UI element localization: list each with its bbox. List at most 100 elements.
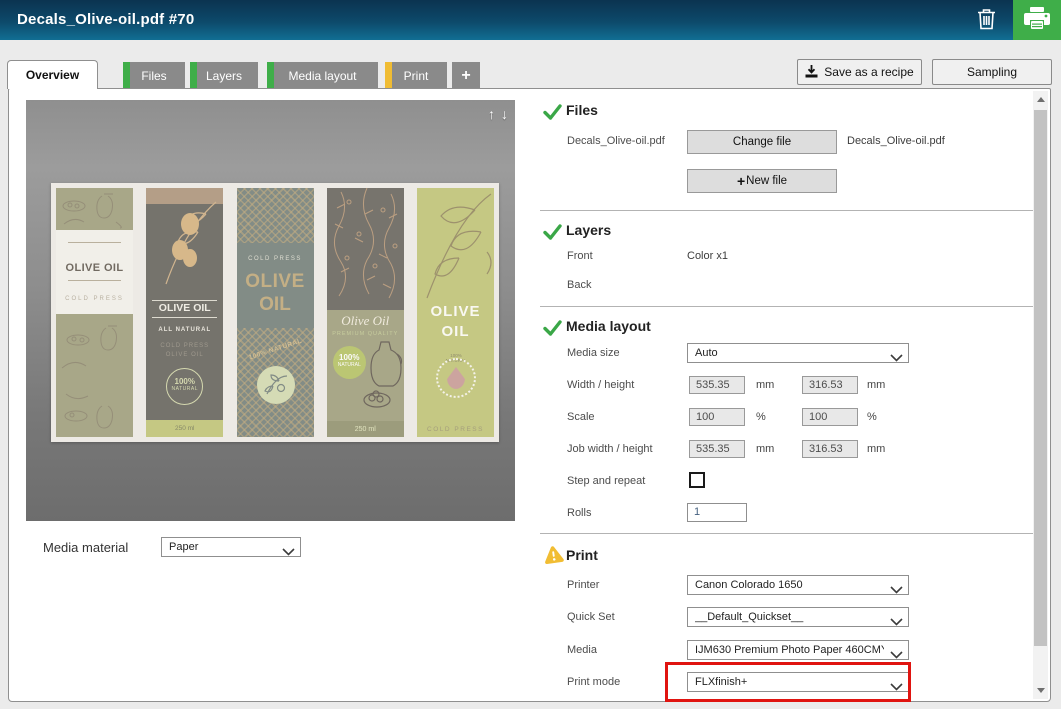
layers-section-heading: Layers	[566, 222, 611, 238]
badge-top-text: 100%	[333, 353, 366, 362]
change-file-button[interactable]: Change file	[687, 130, 837, 154]
label5-footer-text: COLD PRESS	[417, 426, 494, 433]
print-warning-icon	[543, 545, 563, 563]
chevron-down-icon	[890, 613, 904, 622]
label4-natural-badge: 100% NATURAL	[333, 346, 366, 379]
printer-value: Canon Colorado 1650	[695, 576, 884, 594]
media-layout-ok-check-icon	[543, 320, 563, 338]
tab-media-layout-status-indicator	[267, 62, 274, 89]
add-tab-button[interactable]: +	[452, 62, 480, 89]
label3-word1: OLIVE	[237, 272, 314, 293]
settings-panel: Files Decals_Olive-oil.pdf Change file D…	[531, 89, 1043, 701]
label2-brand-text: OLIVE OIL	[152, 300, 217, 318]
print-mode-value: FLXfinish+	[695, 673, 884, 691]
job-width-height-label: Job width / height	[567, 443, 653, 455]
delete-job-button[interactable]	[973, 8, 999, 34]
label1-brand-text: OLIVE OIL	[56, 262, 133, 274]
printer-dropdown[interactable]: Canon Colorado 1650	[687, 575, 909, 595]
settings-scrollbar[interactable]	[1033, 91, 1048, 699]
oil-jug-art	[363, 338, 403, 416]
label-panel-3: COLD PRESS OLIVE OIL 100% NATURAL	[237, 188, 314, 437]
label-panel-2: OLIVE OIL ALL NATURAL COLD PRESS OLIVE O…	[146, 188, 223, 437]
label4-volume: 250 ml	[327, 426, 404, 434]
chevron-down-icon	[890, 646, 904, 655]
tab-overview[interactable]: Overview	[7, 60, 98, 89]
print-job-button[interactable]	[1013, 0, 1061, 40]
scale-label: Scale	[567, 411, 595, 423]
job-preview: ↑ ↓ OLIVE OIL	[26, 100, 515, 521]
quick-set-dropdown[interactable]: __Default_Quickset__	[687, 607, 909, 627]
width-input[interactable]: 535.35	[689, 376, 745, 394]
tab-media-layout[interactable]: Media layout	[267, 62, 378, 89]
sampling-button[interactable]: Sampling	[932, 59, 1052, 85]
tab-layers-status-indicator	[190, 62, 197, 89]
tab-layers[interactable]: Layers	[190, 62, 258, 89]
label2-volume: 250 ml	[146, 420, 223, 437]
tab-files[interactable]: Files	[123, 62, 185, 89]
media-material-value: Paper	[169, 538, 276, 556]
badge-bottom-text: NATURAL	[333, 362, 366, 368]
tab-layers-label: Layers	[206, 69, 242, 83]
chevron-down-icon	[282, 543, 296, 552]
new-file-button[interactable]: + New file	[687, 169, 837, 193]
tab-print[interactable]: Print	[385, 62, 447, 89]
label1-sub-text: COLD PRESS	[56, 296, 133, 303]
media-dropdown[interactable]: IJM630 Premium Photo Paper 460CMYKSS-8	[687, 640, 909, 660]
tab-files-status-indicator	[123, 62, 130, 89]
save-as-recipe-button[interactable]: Save as a recipe	[797, 59, 922, 85]
botanical-pattern-art	[327, 188, 404, 310]
job-height-input[interactable]: 316.53	[802, 440, 858, 458]
files-ok-check-icon	[543, 104, 563, 122]
oil-drop-icon	[447, 367, 465, 389]
label4-sub-text: PREMIUM QUALITY	[327, 331, 404, 337]
print-mode-dropdown[interactable]: FLXfinish+	[687, 672, 909, 692]
scroll-down-button[interactable]	[1033, 682, 1048, 699]
scale-x-input[interactable]: 100	[689, 408, 745, 426]
layers-front-label: Front	[567, 250, 593, 262]
badge-bottom-text: NATURAL	[167, 386, 202, 392]
label3-word2: OIL	[237, 295, 314, 316]
media-size-dropdown[interactable]: Auto	[687, 343, 909, 363]
job-width-unit: mm	[756, 443, 774, 455]
plus-icon: +	[461, 67, 470, 85]
artwork-sheet: OLIVE OIL COLD PRESS OLIVE OIL ALL NATUR…	[51, 183, 499, 442]
label2-natural-badge: 100% NATURAL	[166, 368, 203, 405]
tab-media-layout-label: Media layout	[288, 69, 356, 83]
label5-drop-badge	[436, 358, 476, 398]
scrollbar-thumb[interactable]	[1034, 110, 1047, 646]
label3-small-text: COLD PRESS	[237, 256, 314, 263]
tab-overview-label: Overview	[26, 68, 79, 82]
scale-y-input[interactable]: 100	[802, 408, 858, 426]
width-unit: mm	[756, 379, 774, 391]
quick-set-label: Quick Set	[567, 611, 615, 623]
olive-sprig-icon	[257, 366, 295, 404]
tab-print-status-indicator	[385, 62, 392, 89]
height-input[interactable]: 316.53	[802, 376, 858, 394]
job-width-input[interactable]: 535.35	[689, 440, 745, 458]
triangle-up-icon	[1037, 97, 1045, 102]
change-file-label: Change file	[733, 136, 791, 148]
scroll-up-button[interactable]	[1033, 91, 1048, 108]
rolls-label: Rolls	[567, 507, 591, 519]
label5-word2: OIL	[417, 324, 494, 341]
rolls-input[interactable]: 1	[687, 503, 747, 522]
label2-line3: OLIVE OIL	[146, 352, 223, 359]
printer-icon	[1023, 6, 1051, 35]
flip-down-arrow[interactable]: ↓	[501, 106, 508, 122]
flip-up-arrow[interactable]: ↑	[488, 106, 495, 122]
media-label: Media	[567, 644, 597, 656]
section-divider	[540, 533, 1037, 534]
overview-pane: ↑ ↓ OLIVE OIL	[8, 88, 1051, 702]
media-value: IJM630 Premium Photo Paper 460CMYKSS-8	[695, 641, 884, 659]
olive-leaves-art	[417, 188, 494, 308]
label-panel-5: OLIVE OIL 100% NATURAL COLD PRESS	[417, 188, 494, 437]
title-bar: Decals_Olive-oil.pdf #70	[0, 0, 1061, 40]
tab-print-label: Print	[404, 69, 429, 83]
files-section-heading: Files	[566, 102, 598, 118]
label4-brand-text: Olive Oil	[327, 314, 404, 328]
media-material-dropdown[interactable]: Paper	[161, 537, 301, 557]
window-title: Decals_Olive-oil.pdf #70	[17, 0, 194, 40]
files-file-label: Decals_Olive-oil.pdf	[567, 135, 665, 147]
step-and-repeat-checkbox[interactable]	[689, 472, 705, 488]
badge-top-text: 100%	[167, 377, 202, 386]
